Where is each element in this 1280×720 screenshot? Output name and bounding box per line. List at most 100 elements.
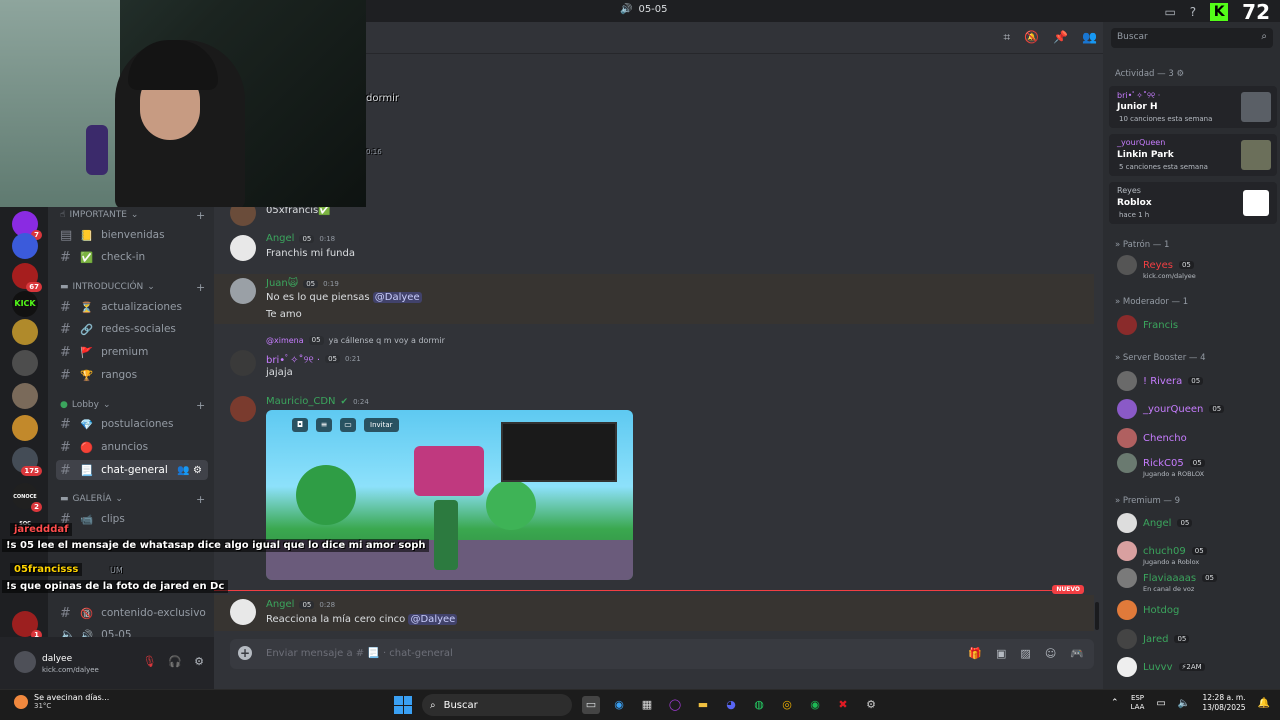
taskbar-search[interactable]: ⌕ Buscar	[422, 694, 572, 716]
task-view-icon[interactable]: ▭	[582, 696, 600, 714]
add-channel-icon[interactable]: +	[196, 399, 205, 412]
message-author[interactable]: Mauricio_CDN	[266, 396, 336, 407]
apps-icon[interactable]: 🎮	[1070, 647, 1084, 660]
menu-icon[interactable]: ≡	[316, 418, 332, 432]
category-lobby[interactable]: ● Lobby ⌄ +	[60, 399, 205, 412]
chevron-up-icon[interactable]: ⌃	[1111, 698, 1119, 708]
server-icon[interactable]: CONOCE SOC2	[12, 483, 42, 527]
invite-button[interactable]: Invitar	[364, 418, 399, 432]
server-icon[interactable]	[12, 350, 38, 376]
message-item[interactable]: Angel 05 0:28 Reacciona la mía cero cinc…	[214, 595, 1094, 631]
discord-icon[interactable]: ◕	[722, 696, 740, 714]
chrome-icon[interactable]: ◎	[778, 696, 796, 714]
activity-card[interactable]: Reyes Roblox hace 1 h	[1109, 182, 1277, 224]
server-icon[interactable]	[12, 233, 38, 259]
member-list-icon[interactable]: 👥	[1082, 30, 1097, 45]
message-composer[interactable]: + Enviar mensaje a # 📃 · chat-general 🎁 …	[230, 639, 1094, 669]
channel-rangos[interactable]: # 🏆 rangos	[56, 365, 208, 385]
language-indicator[interactable]: ESP LAA	[1131, 694, 1145, 712]
server-icon[interactable]: 67	[12, 263, 42, 292]
add-channel-icon[interactable]: +	[196, 281, 205, 294]
user-mention[interactable]: @Dalyee	[372, 292, 422, 303]
app-icon[interactable]: ✖	[834, 696, 852, 714]
add-channel-icon[interactable]: +	[196, 209, 205, 222]
channel-chat-general[interactable]: # 📃 chat-general 👥 ⚙	[56, 460, 208, 480]
threads-icon[interactable]: ⌗	[1003, 30, 1010, 45]
member-item[interactable]: _yourQueen 05	[1117, 398, 1225, 420]
gif-icon[interactable]: ▣	[996, 647, 1006, 660]
pin-icon[interactable]: 📌	[1053, 30, 1068, 45]
user-mention[interactable]: @Dalyee	[408, 614, 458, 625]
category-introduccion[interactable]: ▬ INTRODUCCIÓN ⌄ +	[60, 281, 205, 294]
spotify-icon[interactable]: ◉	[806, 696, 824, 714]
emoji-icon[interactable]: ☺	[1045, 647, 1056, 660]
invite-gear-icons[interactable]: 👥 ⚙	[177, 465, 202, 476]
member-item[interactable]: Hotdog	[1117, 599, 1179, 621]
clock[interactable]: 12:28 a. m. 13/08/2025	[1202, 693, 1245, 713]
sticker-icon[interactable]: ▨	[1020, 647, 1030, 660]
composer-placeholder[interactable]: Enviar mensaje a # 📃 · chat-general	[266, 648, 453, 659]
message-item[interactable]: Mauricio_CDN ✔ 0:24 ◘ ≡ ▭ Invitar	[214, 394, 1094, 584]
opera-icon[interactable]: ◯	[666, 696, 684, 714]
message-item[interactable]: Juan🙀 05 0:19 No es lo que piensas @Daly…	[214, 274, 1094, 324]
server-icon[interactable]: KICK	[12, 291, 38, 317]
store-icon[interactable]: ▦	[638, 696, 656, 714]
server-icon[interactable]	[12, 383, 38, 409]
gift-icon[interactable]: 🎁	[968, 647, 982, 660]
category-galeria[interactable]: ▬ GALERÍA ⌄ +	[60, 493, 205, 506]
member-item[interactable]: Chencho	[1117, 427, 1187, 449]
scrollbar[interactable]	[1095, 602, 1099, 630]
member-item[interactable]: chuch09 05 Jugando a Roblox	[1117, 540, 1207, 566]
avatar[interactable]	[14, 651, 36, 673]
reply-preview[interactable]: @ximena 05 ya cállense q m voy a dormir	[266, 336, 445, 345]
activity-card[interactable]: bri•ﾟ✧˚୨୧ · Junior H 10 canciones esta s…	[1109, 86, 1277, 128]
channel-actualizaciones[interactable]: # ⏳ actualizaciones	[56, 297, 208, 317]
member-item[interactable]: ! Rivera 05	[1117, 370, 1204, 392]
server-icon[interactable]	[12, 319, 38, 345]
member-item[interactable]: Jared 05	[1117, 628, 1190, 650]
weather-widget[interactable]: Se avecinan días... 31°C	[14, 693, 109, 710]
inbox-icon[interactable]: ▭	[1164, 5, 1175, 19]
member-item[interactable]: Reyes 05 kick.com/dalyee	[1117, 254, 1196, 280]
message-author[interactable]: Angel	[266, 599, 294, 610]
image-attachment[interactable]: ◘ ≡ ▭ Invitar	[266, 410, 633, 580]
channel-clips[interactable]: # 📹 clips	[56, 509, 208, 529]
attach-plus-icon[interactable]: +	[238, 646, 252, 660]
mute-mic-icon[interactable]: 🎙	[142, 655, 156, 668]
search-input[interactable]: Buscar ⌕	[1111, 28, 1273, 48]
add-channel-icon[interactable]: +	[196, 493, 205, 506]
notification-icon[interactable]: 🔔	[1258, 698, 1270, 709]
windows-start-icon[interactable]	[394, 696, 412, 714]
server-icon[interactable]	[12, 415, 38, 441]
channel-check-in[interactable]: # ✅ check-in	[56, 247, 208, 267]
deafen-icon[interactable]: 🎧	[168, 655, 182, 668]
roblox-icon[interactable]: ◘	[292, 418, 308, 432]
member-item[interactable]: RickC05 05 Jugando a ROBLOX	[1117, 452, 1205, 478]
server-icon[interactable]: 1	[12, 611, 42, 640]
network-icon[interactable]: ▭	[1156, 698, 1165, 709]
channel-premium[interactable]: # 🚩 premium	[56, 342, 208, 362]
server-icon[interactable]: 175	[12, 447, 42, 476]
channel-postulaciones[interactable]: # 💎 postulaciones	[56, 414, 208, 434]
settings-icon[interactable]: ⚙	[862, 696, 880, 714]
channel-contenido-exclusivo[interactable]: # 🔞 contenido-exclusivo	[56, 603, 208, 623]
message-author[interactable]: Juan🙀	[266, 278, 298, 289]
channel-redes-sociales[interactable]: # 🔗 redes-sociales	[56, 319, 208, 339]
message-author[interactable]: Angel	[266, 233, 294, 244]
chat-icon[interactable]: ▭	[340, 418, 356, 432]
settings-gear-icon[interactable]: ⚙	[194, 655, 204, 668]
file-explorer-icon[interactable]: ▬	[694, 696, 712, 714]
member-item[interactable]: Flaviaaaas 05 En canal de voz	[1117, 567, 1217, 593]
activity-card[interactable]: _yourQueen Linkin Park 5 canciones esta …	[1109, 134, 1277, 176]
mute-notifications-icon[interactable]: 🔕	[1024, 30, 1039, 45]
message-item[interactable]: Angel 05 0:18 Franchis mi funda	[214, 233, 1094, 273]
channel-bienvenidas[interactable]: ▤ 📒 bienvenidas	[56, 225, 208, 245]
channel-anuncios[interactable]: # 🔴 anuncios	[56, 437, 208, 457]
edge-icon[interactable]: ◉	[610, 696, 628, 714]
volume-icon[interactable]: 🔈	[1178, 698, 1190, 709]
member-item[interactable]: Francis	[1117, 314, 1178, 336]
whatsapp-icon[interactable]: ◍	[750, 696, 768, 714]
member-item[interactable]: Angel 05	[1117, 512, 1193, 534]
gear-icon[interactable]: ⚙	[1176, 69, 1184, 79]
category-importante[interactable]: ☝ IMPORTANTE ⌄ +	[60, 209, 205, 222]
